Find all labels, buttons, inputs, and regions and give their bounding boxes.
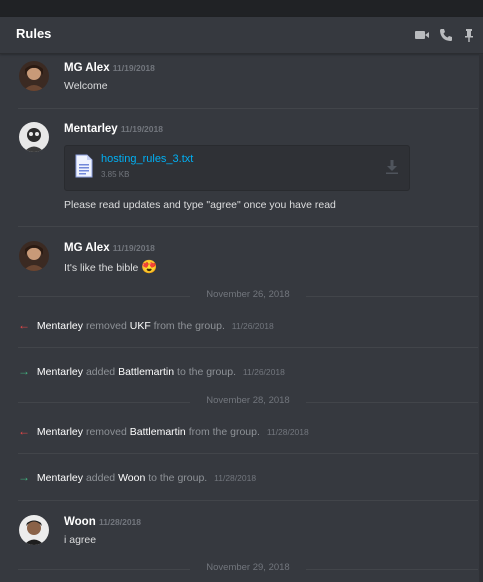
timestamp: 11/28/2018 — [98, 517, 142, 527]
video-call-icon[interactable] — [414, 27, 430, 43]
system-actor[interactable]: Mentarley — [37, 472, 83, 484]
timestamp: 11/19/2018 — [112, 63, 155, 73]
heart-eyes-emoji: 😍 — [141, 259, 158, 274]
date-divider-label: November 26, 2018 — [206, 289, 290, 300]
system-actor[interactable]: Mentarley — [37, 320, 83, 332]
username[interactable]: MG Alex — [64, 242, 110, 254]
timestamp: 11/19/2018 — [120, 124, 163, 134]
date-divider: November 28, 2018 — [18, 395, 478, 409]
timestamp: 11/19/2018 — [112, 243, 155, 253]
date-divider-label: November 28, 2018 — [206, 395, 290, 406]
timestamp: 11/28/2018 — [266, 427, 309, 437]
message-divider — [18, 453, 478, 454]
window-top-strip — [0, 0, 483, 17]
timestamp: 11/28/2018 — [214, 473, 257, 483]
avatar[interactable] — [19, 122, 49, 152]
system-target[interactable]: Battlemartin — [130, 426, 186, 438]
channel-title: Rules — [16, 26, 52, 41]
message-divider — [18, 108, 478, 109]
attachment-filename[interactable]: hosting_rules_3.txt — [101, 153, 193, 165]
system-message: → Mentarley added Battlemartin to the gr… — [18, 364, 285, 378]
system-actor[interactable]: Mentarley — [37, 426, 83, 438]
system-message: ← Mentarley removed UKF from the group. … — [18, 318, 274, 332]
file-attachment: hosting_rules_3.txt 3.85 KB — [64, 145, 410, 191]
system-target[interactable]: UKF — [130, 320, 151, 332]
arrow-left-icon: ← — [18, 424, 30, 438]
system-action: removed — [85, 320, 127, 332]
username[interactable]: Woon — [64, 516, 96, 528]
phone-call-icon[interactable] — [438, 27, 454, 43]
avatar[interactable] — [19, 515, 49, 545]
download-icon[interactable] — [385, 159, 399, 175]
timestamp: 11/26/2018 — [231, 321, 274, 331]
system-action: added — [85, 366, 116, 378]
arrow-right-icon: → — [18, 470, 30, 484]
message-text: Welcome — [64, 80, 108, 92]
system-action: added — [85, 472, 116, 484]
date-divider: November 29, 2018 — [18, 562, 478, 576]
username[interactable]: MG Alex — [64, 62, 110, 74]
avatar[interactable] — [19, 241, 49, 271]
message-text: It's like the bible — [64, 262, 139, 274]
system-actor[interactable]: Mentarley — [37, 366, 83, 378]
system-suffix: to the group. — [148, 472, 208, 484]
pin-icon[interactable] — [461, 27, 477, 43]
text-file-icon — [75, 154, 93, 178]
system-message: → Mentarley added Woon to the group. 11/… — [18, 470, 256, 484]
arrow-right-icon: → — [18, 364, 30, 378]
system-suffix: from the group. — [188, 426, 260, 438]
date-divider-label: November 29, 2018 — [206, 562, 290, 573]
system-suffix: from the group. — [153, 320, 225, 332]
message-text: Please read updates and type "agree" onc… — [64, 199, 336, 211]
channel-header: Rules — [0, 17, 483, 54]
avatar[interactable] — [19, 61, 49, 91]
timestamp: 11/26/2018 — [242, 367, 285, 377]
date-divider: November 26, 2018 — [18, 289, 478, 303]
scrollbar[interactable] — [479, 54, 483, 582]
system-message: ← Mentarley removed Battlemartin from th… — [18, 424, 309, 438]
system-target[interactable]: Woon — [118, 472, 145, 484]
arrow-left-icon: ← — [18, 318, 30, 332]
message-divider — [18, 226, 478, 227]
system-action: removed — [85, 426, 127, 438]
attachment-size: 3.85 KB — [101, 170, 130, 179]
message-divider — [18, 347, 478, 348]
username[interactable]: Mentarley — [64, 123, 118, 135]
message-divider — [18, 500, 478, 501]
message-text: i agree — [64, 534, 97, 546]
system-suffix: to the group. — [177, 366, 236, 378]
system-target[interactable]: Battlemartin — [118, 366, 174, 378]
